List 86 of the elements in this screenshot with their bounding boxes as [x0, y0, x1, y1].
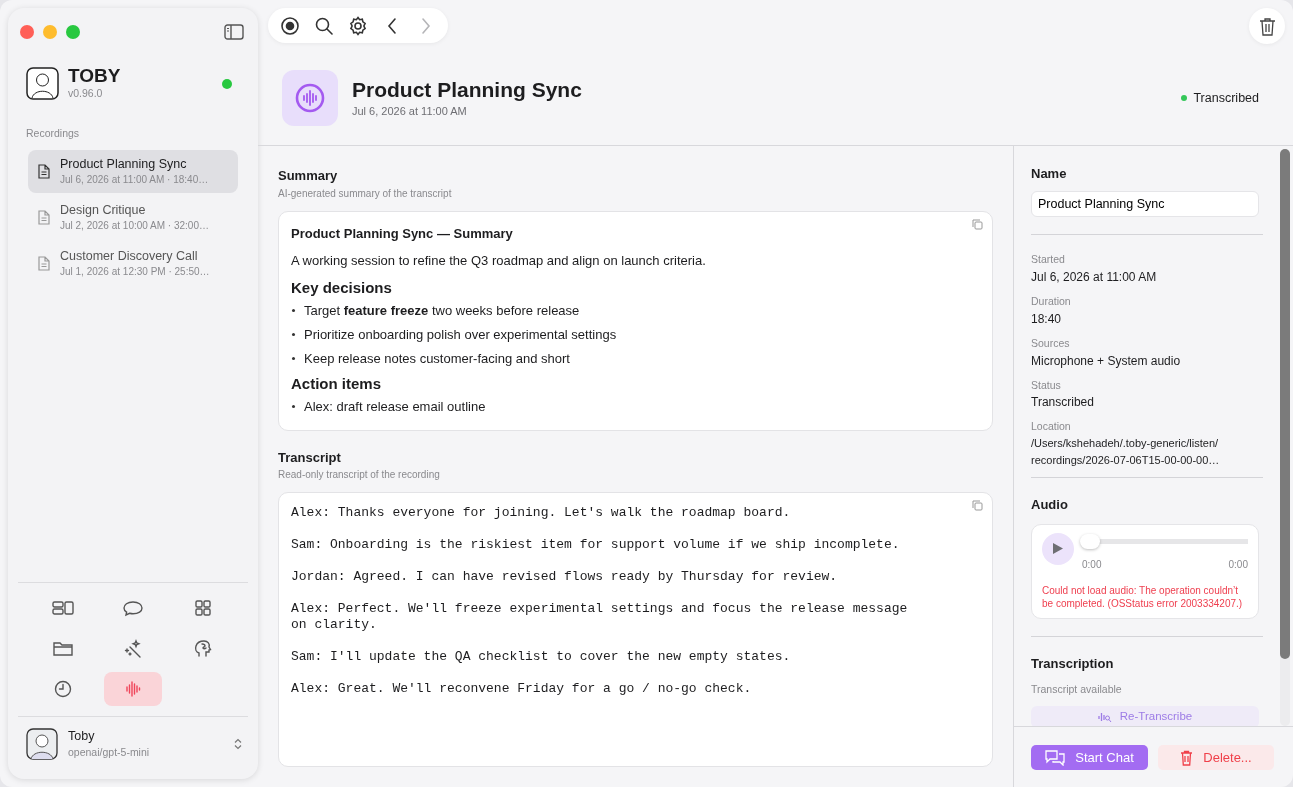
section-title: Audio: [1031, 496, 1069, 514]
trash-icon: [1258, 16, 1276, 36]
section-title: Transcription: [1031, 654, 1115, 673]
field-value: Jul 6, 2026 at 11:00 AM: [1031, 269, 1158, 286]
record-button[interactable]: [280, 15, 300, 36]
document-icon: [38, 209, 50, 225]
trash-icon: [1180, 749, 1194, 766]
copy-icon[interactable]: [972, 500, 983, 511]
bullet-text: Target feature freeze two weeks before release: [304, 301, 580, 320]
total-time: 0:00: [1228, 557, 1248, 572]
app-version: v0.96.0: [68, 86, 104, 101]
transcript-line: Alex: Thanks everyone for joining. Let's walk the roadmap board.: [291, 505, 792, 521]
play-button[interactable]: [1042, 532, 1074, 565]
field-value: Microphone + System audio: [1031, 352, 1182, 370]
summary-heading: Action items: [291, 373, 382, 393]
current-time: 0:00: [1082, 557, 1102, 572]
zoom-button[interactable]: [66, 24, 80, 39]
recording-title: Product Planning Sync: [352, 76, 582, 103]
model-name: openai/gpt-5-mini: [68, 745, 150, 761]
bullet-icon: [291, 356, 296, 361]
slider-thumb[interactable]: [1080, 533, 1100, 549]
grid-icon: [192, 599, 214, 618]
copy-icon[interactable]: [972, 218, 983, 230]
search-icon: [314, 15, 334, 36]
field-label: Location: [1031, 419, 1072, 435]
app-name: TOBY: [68, 66, 121, 86]
bullet-text: Prioritize onboarding polish over experimental settings: [304, 325, 617, 344]
field-value: 18:40: [1031, 310, 1063, 328]
field-label: Sources: [1031, 335, 1071, 351]
delete-button[interactable]: [1249, 8, 1285, 44]
record-icon: [280, 15, 300, 36]
field-label: Status: [1031, 377, 1062, 393]
avatar-icon: [26, 727, 58, 760]
recording-date: Jul 6, 2026 at 11:00 AM: [352, 103, 468, 119]
settings-icon: [348, 15, 368, 36]
bullet-icon: [291, 404, 296, 409]
section-hint: Read-only transcript of the recording: [278, 468, 441, 482]
transcript-line: Alex: Great. We'll reconvene Friday for a go / no-go check.: [291, 681, 753, 697]
bullet-icon: [291, 332, 296, 337]
close-button[interactable]: [20, 24, 34, 39]
profile-name: Toby: [68, 727, 96, 745]
transcript-line: Alex: Perfect. We'll freeze experimental settings and focus the release message on clarity.: [291, 601, 909, 633]
head-brain-icon: [192, 639, 214, 658]
transcript-line: Sam: I'll update the QA checklist to cover the new empty states.: [291, 649, 792, 665]
section-label: Recordings: [25, 125, 81, 141]
recording-item[interactable]: Customer Discovery Call Jul 1, 2026 at 12:30 PM · 25:50…: [28, 241, 238, 285]
bullet-text: Alex: draft release email outline: [304, 397, 486, 416]
transcript-line: Jordan: Agreed. I can have revised flows ready by Thursday for review.: [291, 569, 839, 585]
field-value: Transcribed: [1031, 394, 1095, 412]
bullet-text: Keep release notes customer-facing and short: [304, 349, 570, 368]
folder-icon: [52, 639, 74, 658]
waveform-icon: [1097, 710, 1112, 723]
play-icon: [1052, 542, 1064, 555]
search-button[interactable]: [314, 15, 334, 36]
avatar-icon: [26, 67, 59, 101]
name-field[interactable]: Product Planning Sync: [1031, 190, 1259, 218]
clock-icon: [52, 679, 74, 698]
transcript-line: Sam: Onboarding is the riskiest item for support volume if we ship incomplete.: [291, 537, 901, 553]
chevron-updown-icon[interactable]: [234, 737, 242, 750]
status-label: Transcribed: [1193, 89, 1259, 107]
document-icon: [38, 255, 50, 271]
sidebar-toggle-icon[interactable]: [224, 23, 244, 40]
recording-item[interactable]: Product Planning Sync Jul 6, 2026 at 11:00 AM · 18:40…: [28, 149, 238, 193]
section-title: Transcript: [278, 448, 342, 467]
summary-text: A working session to refine the Q3 roadmap and align on launch criteria.: [291, 252, 707, 270]
speech-bubble-icon: [122, 599, 144, 618]
field-value: /Users/kshehadeh/.toby-generic/listen/ recordings/2026-07-06T15-00-00-00…: [1031, 436, 1221, 468]
bullet-icon: [291, 308, 296, 313]
field-label: Duration: [1031, 294, 1072, 309]
summary-heading: Key decisions: [291, 277, 393, 297]
nav-tab[interactable]: [104, 671, 162, 706]
field-label: Name: [1031, 165, 1068, 183]
document-icon: [38, 163, 50, 179]
scrollbar[interactable]: [1280, 149, 1290, 726]
recording-item[interactable]: Design Critique Jul 2, 2026 at 10:00 AM · 32:00…: [28, 195, 238, 239]
summary-title: Product Planning Sync — Summary: [291, 224, 514, 243]
layout-icon: [52, 599, 74, 618]
transcription-status: Transcript available: [1031, 682, 1123, 697]
settings-button[interactable]: [348, 15, 368, 36]
section-hint: AI-generated summary of the transcript: [278, 186, 453, 201]
error-message: Could not load audio: The operation couldn’t be completed. (OSStatus error 2003334207.): [1042, 583, 1244, 610]
section-title: Summary: [278, 167, 339, 185]
recording-icon: [282, 70, 338, 126]
chat-icon: [1045, 749, 1066, 766]
start-chat-button[interactable]: Start Chat: [1031, 745, 1148, 770]
field-label: Started: [1031, 252, 1066, 268]
